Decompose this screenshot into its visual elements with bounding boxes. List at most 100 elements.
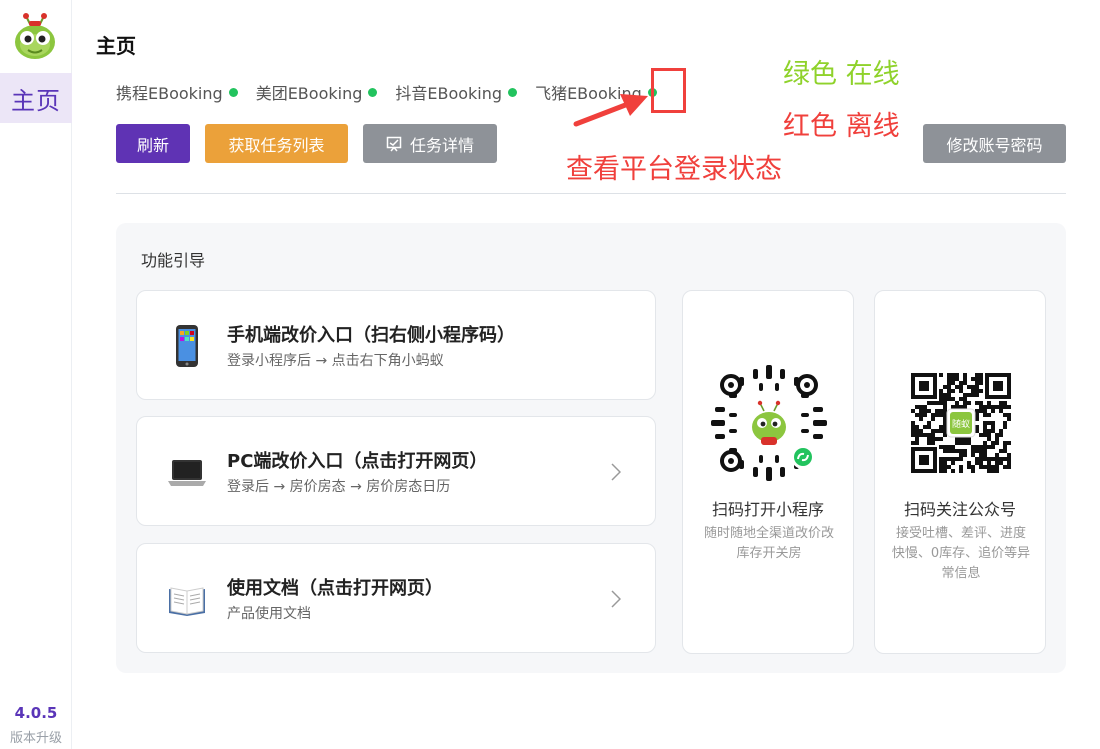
qr-module bbox=[999, 401, 1003, 405]
qr-module bbox=[939, 469, 943, 473]
qr-module bbox=[963, 401, 967, 405]
qr-module bbox=[911, 409, 915, 413]
qr-module bbox=[951, 381, 955, 385]
qr-module bbox=[971, 385, 975, 389]
qr-module bbox=[927, 441, 931, 445]
qr-module bbox=[939, 413, 943, 417]
qr-module bbox=[987, 457, 991, 461]
qr-module bbox=[939, 373, 943, 377]
qr-module bbox=[947, 373, 951, 377]
qr-module bbox=[991, 445, 995, 449]
version-label: 4.0.5 bbox=[14, 704, 58, 722]
qr-module bbox=[935, 437, 939, 441]
qr-module bbox=[951, 449, 955, 453]
qr-module bbox=[923, 413, 927, 417]
qr-module bbox=[939, 445, 943, 449]
platform-name: 美团EBooking bbox=[255, 84, 363, 103]
qr-module bbox=[975, 389, 979, 393]
qr-module bbox=[971, 465, 975, 469]
qr-module bbox=[995, 405, 999, 409]
qr-module bbox=[1003, 425, 1007, 429]
qr-module bbox=[963, 453, 967, 457]
qr-module bbox=[975, 413, 979, 417]
qr-module bbox=[975, 385, 979, 389]
qr-module bbox=[999, 405, 1003, 409]
qr-module bbox=[927, 401, 931, 405]
qr-module bbox=[951, 405, 955, 409]
qr-module bbox=[987, 413, 991, 417]
qr-module bbox=[971, 449, 975, 453]
docs-entry-card[interactable]: 使用文档（点击打开网页） 产品使用文档 bbox=[136, 543, 656, 653]
mobile-entry-card[interactable]: 手机端改价入口（扫右侧小程序码） 登录小程序后 → 点击右下角小蚂蚁 bbox=[136, 290, 656, 400]
qr-module bbox=[931, 437, 935, 441]
qr-module bbox=[979, 453, 983, 457]
qr-module bbox=[955, 377, 959, 381]
qr-module bbox=[911, 421, 915, 425]
get-task-list-button[interactable]: 获取任务列表 bbox=[205, 124, 348, 163]
qr-module bbox=[963, 373, 967, 377]
qr-module bbox=[947, 397, 951, 401]
qr-module bbox=[995, 433, 999, 437]
qr-module bbox=[919, 405, 923, 409]
qr-module bbox=[995, 453, 999, 457]
card-title: 使用文档（点击打开网页） bbox=[227, 578, 443, 599]
qr-module bbox=[979, 465, 983, 469]
qr-module bbox=[991, 457, 995, 461]
qr-module bbox=[975, 381, 979, 385]
qr-module bbox=[943, 393, 947, 397]
qr-module bbox=[935, 413, 939, 417]
qr-module bbox=[975, 429, 979, 433]
qr-module bbox=[943, 397, 947, 401]
qr-module bbox=[967, 385, 971, 389]
qr-module bbox=[911, 433, 915, 437]
qr-module bbox=[991, 409, 995, 413]
qr-description: 随时随地全渠道改价改库存开关房 bbox=[703, 526, 834, 561]
qr-module bbox=[911, 425, 915, 429]
qr-module bbox=[923, 405, 927, 409]
qr-module bbox=[975, 417, 979, 421]
qr-module bbox=[999, 449, 1003, 453]
qr-module bbox=[947, 377, 951, 381]
platform-name: 抖音EBooking bbox=[395, 84, 503, 103]
qr-module bbox=[915, 441, 919, 445]
qr-module bbox=[995, 465, 999, 469]
qr-module bbox=[959, 465, 963, 469]
qr-module bbox=[1007, 405, 1011, 409]
pc-entry-card[interactable]: PC端改价入口（点击打开网页） 登录后 → 房价房态 → 房价房态日历 bbox=[136, 416, 656, 526]
mobile-phone-icon bbox=[176, 325, 198, 367]
change-password-button[interactable]: 修改账号密码 bbox=[923, 124, 1066, 163]
upgrade-link[interactable]: 版本升级 bbox=[0, 727, 72, 746]
qr-module bbox=[995, 437, 999, 441]
legend-online: 绿色 在线 bbox=[783, 59, 900, 90]
qr-module bbox=[959, 449, 963, 453]
qr-module bbox=[1003, 405, 1007, 409]
qr-module bbox=[971, 445, 975, 449]
qr-module bbox=[955, 385, 959, 389]
divider bbox=[116, 193, 1066, 194]
qr-module bbox=[963, 397, 967, 401]
task-detail-button[interactable]: 任务详情 bbox=[363, 124, 497, 163]
qr-module bbox=[943, 461, 947, 465]
qr-module bbox=[923, 425, 927, 429]
qr-module bbox=[943, 469, 947, 473]
feature-guide-panel: 功能引导 手机端改价入口（扫右侧小程序码） 登录小程序后 → 点击右下角小蚂蚁 bbox=[116, 223, 1066, 673]
sidebar-item-home[interactable]: 主页 bbox=[0, 73, 72, 123]
qr-module bbox=[959, 441, 963, 445]
laptop-icon bbox=[168, 460, 206, 486]
refresh-button[interactable]: 刷新 bbox=[116, 124, 190, 163]
qr-module bbox=[943, 409, 947, 413]
qr-module bbox=[983, 441, 987, 445]
qr-module bbox=[939, 437, 943, 441]
qr-module bbox=[983, 429, 987, 433]
qr-module bbox=[975, 425, 979, 429]
qr-module bbox=[955, 449, 959, 453]
qr-code-icon: 随蚁 bbox=[909, 371, 1013, 475]
legend-offline: 红色 离线 bbox=[783, 111, 900, 142]
qr-module bbox=[987, 421, 991, 425]
qr-title: 扫码打开小程序 bbox=[711, 500, 824, 519]
qr-module bbox=[979, 457, 983, 461]
qr-module bbox=[991, 405, 995, 409]
qr-module bbox=[1003, 413, 1007, 417]
qr-module bbox=[943, 417, 947, 421]
qr-module bbox=[979, 449, 983, 453]
